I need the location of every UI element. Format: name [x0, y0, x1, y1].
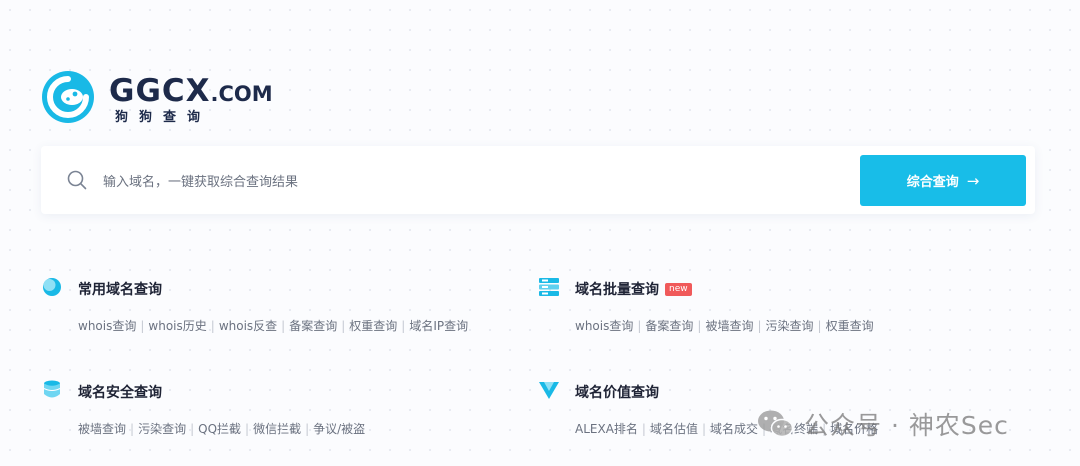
link-qq-block[interactable]: QQ拦截 — [198, 422, 241, 436]
wechat-icon — [758, 410, 794, 438]
link-whois-history[interactable]: whois历史 — [148, 319, 206, 333]
diamond-icon — [539, 382, 559, 399]
database-shield-icon — [43, 380, 61, 398]
link-blocked-query[interactable]: 被墙查询 — [705, 319, 753, 333]
search-button-label: 综合查询 — [906, 175, 959, 190]
logo-subtitle: 狗狗查询 — [115, 110, 212, 125]
link-icp-query[interactable]: 备案查询 — [645, 319, 693, 333]
link-domain-ip-query[interactable]: 域名IP查询 — [409, 319, 468, 333]
section-links: whois查询 | 备案查询 | 被墙查询 | 污染查询 | 权重查询 — [575, 319, 874, 333]
stack-list-icon — [539, 278, 559, 296]
section-links: 被墙查询 | 污染查询 | QQ拦截 | 微信拦截 | 争议/被盗 — [78, 422, 366, 436]
watermark-text: 公众号 · 神农Sec — [804, 411, 1009, 440]
link-domain-sales[interactable]: 域名成交 — [710, 422, 758, 436]
link-whois-query[interactable]: whois查询 — [575, 319, 633, 333]
section-title: 域名批量查询 new — [575, 279, 692, 299]
search-icon — [67, 170, 87, 190]
logo-domain-suffix: .COM — [210, 82, 273, 106]
link-pollution-query[interactable]: 污染查询 — [766, 319, 814, 333]
combined-search-button[interactable]: 综合查询 → — [860, 155, 1026, 206]
site-logo[interactable]: GGCX.COM 狗狗查询 — [41, 70, 281, 126]
link-pollution-query[interactable]: 污染查询 — [138, 422, 186, 436]
link-blocked-query[interactable]: 被墙查询 — [78, 422, 126, 436]
arrow-right-icon: → — [966, 171, 980, 190]
circle-query-icon — [43, 278, 61, 296]
link-whois-query[interactable]: whois查询 — [78, 319, 136, 333]
link-weight-query[interactable]: 权重查询 — [349, 319, 397, 333]
link-icp-query[interactable]: 备案查询 — [289, 319, 337, 333]
link-dispute-stolen[interactable]: 争议/被盗 — [313, 422, 365, 436]
link-alexa-rank[interactable]: ALEXA排名 — [575, 422, 638, 436]
section-title: 域名价值查询 — [575, 385, 659, 401]
section-title: 域名安全查询 — [78, 385, 162, 401]
link-wechat-block[interactable]: 微信拦截 — [253, 422, 301, 436]
dog-logo-icon — [42, 71, 94, 123]
link-domain-valuation[interactable]: 域名估值 — [650, 422, 698, 436]
new-badge: new — [665, 283, 692, 296]
section-title: 常用域名查询 — [78, 282, 162, 298]
link-weight-query[interactable]: 权重查询 — [826, 319, 874, 333]
section-links: whois查询 | whois历史 | whois反查 | 备案查询 | 权重查询 | 域名IP查询 — [78, 319, 469, 333]
domain-search-input[interactable] — [101, 170, 805, 194]
search-bar: 综合查询 → — [41, 146, 1035, 214]
watermark: 公众号 · 神农Sec — [756, 404, 1056, 444]
link-whois-reverse[interactable]: whois反查 — [219, 319, 277, 333]
